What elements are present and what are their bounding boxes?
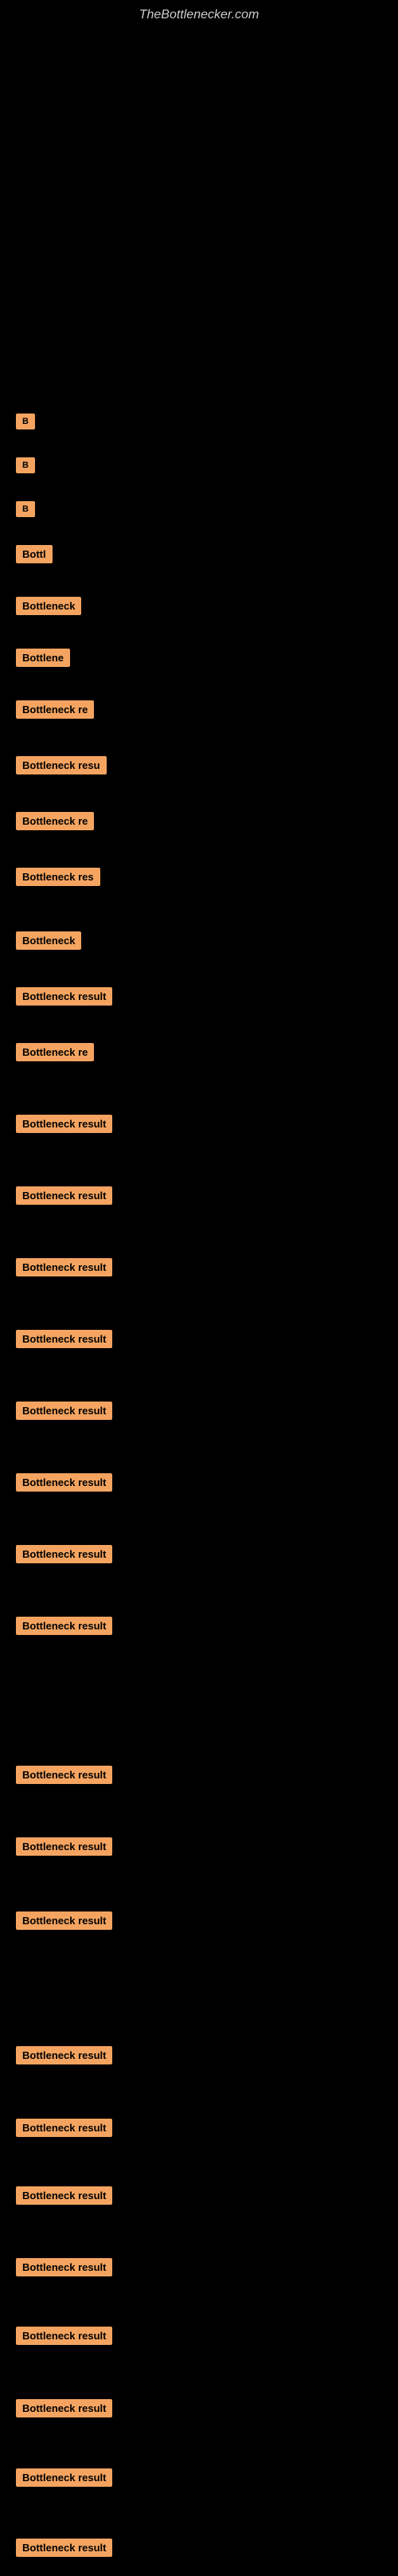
bottleneck-result-item: B xyxy=(16,457,35,473)
bottleneck-result-item: Bottleneck result xyxy=(16,1330,112,1348)
bottleneck-result-item: Bottleneck result xyxy=(16,1186,112,1205)
bottleneck-result-item: Bottlene xyxy=(16,649,70,667)
bottleneck-result-item: Bottleneck result xyxy=(16,2468,112,2487)
bottleneck-result-item: B xyxy=(16,501,35,517)
bottleneck-result-item: Bottl xyxy=(16,545,53,563)
bottleneck-result-item: Bottleneck res xyxy=(16,868,100,886)
bottleneck-result-item: Bottleneck result xyxy=(16,1766,112,1784)
site-title: TheBottlenecker.com xyxy=(0,0,398,26)
bottleneck-result-item: Bottleneck result xyxy=(16,2046,112,2064)
bottleneck-result-item: Bottleneck result xyxy=(16,1473,112,1492)
bottleneck-result-item: Bottleneck re xyxy=(16,1043,94,1061)
bottleneck-result-item: Bottleneck result xyxy=(16,987,112,1006)
bottleneck-result-item: Bottleneck re xyxy=(16,700,94,719)
bottleneck-result-item: Bottleneck re xyxy=(16,812,94,830)
bottleneck-result-item: Bottleneck result xyxy=(16,1402,112,1420)
bottleneck-result-item: Bottleneck result xyxy=(16,1115,112,1133)
bottleneck-result-item: Bottleneck result xyxy=(16,2327,112,2345)
bottleneck-result-item: Bottleneck resu xyxy=(16,756,107,774)
bottleneck-result-item: Bottleneck xyxy=(16,931,81,950)
bottleneck-result-item: Bottleneck result xyxy=(16,2539,112,2557)
bottleneck-result-item: Bottleneck result xyxy=(16,2258,112,2276)
bottleneck-result-item: Bottleneck result xyxy=(16,2186,112,2205)
bottleneck-result-item: B xyxy=(16,414,35,429)
bottleneck-result-item: Bottleneck result xyxy=(16,1258,112,1276)
bottleneck-result-item: Bottleneck result xyxy=(16,2399,112,2417)
bottleneck-result-item: Bottleneck result xyxy=(16,2119,112,2137)
bottleneck-result-item: Bottleneck xyxy=(16,597,81,615)
bottleneck-result-item: Bottleneck result xyxy=(16,1911,112,1930)
bottleneck-result-item: Bottleneck result xyxy=(16,1837,112,1856)
bottleneck-result-item: Bottleneck result xyxy=(16,1617,112,1635)
bottleneck-result-item: Bottleneck result xyxy=(16,1545,112,1563)
